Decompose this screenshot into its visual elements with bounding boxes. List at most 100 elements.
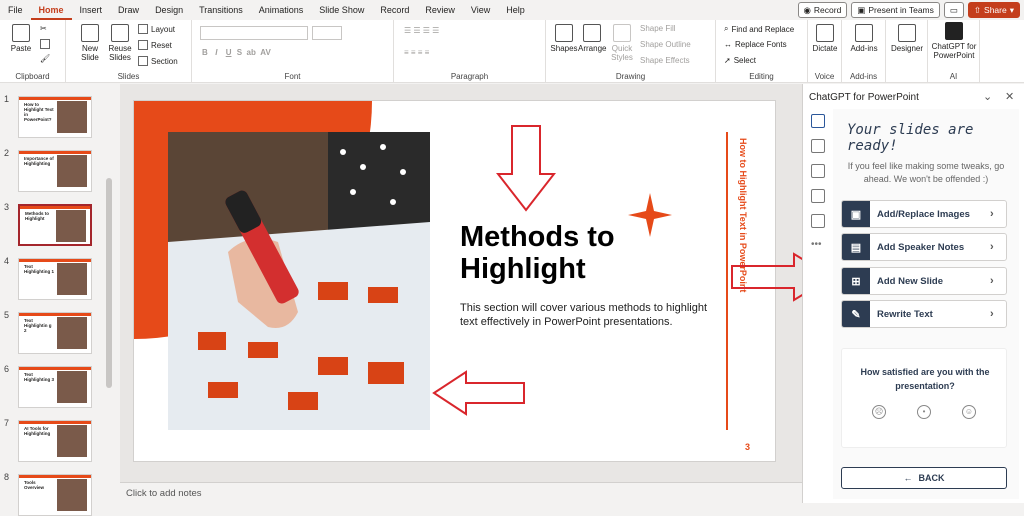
tab-review[interactable]: Review bbox=[417, 0, 463, 20]
format-painter-button[interactable]: 🖌 bbox=[40, 54, 50, 63]
slide-thumbnail[interactable]: How to Highlight Text in PowerPoint? bbox=[18, 96, 92, 138]
reset-button[interactable]: Reset bbox=[138, 40, 172, 50]
designer-button[interactable]: Designer bbox=[888, 24, 926, 53]
thumbnail-title: Text Highlighting 3 bbox=[24, 372, 54, 382]
tab-animations[interactable]: Animations bbox=[251, 0, 312, 20]
tab-insert[interactable]: Insert bbox=[72, 0, 111, 20]
editing-label: Editing bbox=[749, 72, 774, 81]
panel-options-chevron-icon[interactable]: ⌄ bbox=[983, 90, 992, 103]
happy-face-icon[interactable]: ☺ bbox=[962, 405, 976, 419]
slide-title[interactable]: Methods to Highlight bbox=[460, 221, 720, 285]
new-slide-button[interactable]: New Slide bbox=[76, 24, 104, 62]
comment-icon: ▭ bbox=[949, 4, 958, 15]
reset-icon bbox=[138, 40, 148, 50]
tab-view[interactable]: View bbox=[463, 0, 498, 20]
neutral-face-icon[interactable]: • bbox=[917, 405, 931, 419]
record-button[interactable]: ◉ Record bbox=[797, 2, 848, 18]
find-replace-button[interactable]: ⌕ Find and Replace bbox=[724, 24, 794, 34]
shape-outline-button[interactable]: Shape Outline bbox=[640, 40, 691, 49]
ready-subtitle: If you feel like making some tweaks, go … bbox=[847, 161, 1005, 184]
notes-pane[interactable]: Click to add notes bbox=[120, 482, 802, 503]
brush-icon: 🖌 bbox=[40, 54, 51, 63]
thumbnail-image bbox=[57, 155, 87, 187]
slide-thumbnail[interactable]: Text Highlighting 1 bbox=[18, 258, 92, 300]
note-icon[interactable] bbox=[811, 214, 825, 228]
thumbnail-number: 3 bbox=[4, 202, 10, 212]
document-icon[interactable] bbox=[811, 139, 825, 153]
tab-home[interactable]: Home bbox=[30, 0, 72, 20]
comments-button[interactable]: ▭ bbox=[943, 2, 964, 18]
shape-effects-button[interactable]: Shape Effects bbox=[640, 56, 690, 65]
slide-thumbnail[interactable]: AI Tools for Highlighting bbox=[18, 420, 92, 462]
arrange-button[interactable]: Arrange bbox=[578, 24, 606, 53]
add-speaker-notes-button[interactable]: ▤ Add Speaker Notes › bbox=[841, 233, 1007, 261]
slide-thumbnail[interactable]: Tools Overview bbox=[18, 474, 92, 516]
pencil-icon[interactable] bbox=[811, 164, 825, 178]
quick-styles-button[interactable]: Quick Styles bbox=[608, 24, 636, 62]
add-new-slide-button[interactable]: ⊞ Add New Slide › bbox=[841, 267, 1007, 295]
font-label: Font bbox=[284, 72, 301, 81]
reuse-slides-button[interactable]: Reuse Slides bbox=[106, 24, 134, 62]
presentation-icon[interactable] bbox=[811, 114, 825, 128]
tab-record[interactable]: Record bbox=[372, 0, 417, 20]
slide-body-text[interactable]: This section will cover various methods … bbox=[460, 301, 720, 329]
font-size-dropdown[interactable] bbox=[312, 26, 342, 40]
thumbnail-image bbox=[57, 479, 87, 511]
slide-thumbnail[interactable]: Text Highlighting 3 bbox=[18, 366, 92, 408]
cursor-icon: ➚ bbox=[724, 56, 731, 65]
thumbnail-accent bbox=[20, 206, 90, 209]
thumbnail-number: 7 bbox=[4, 418, 10, 428]
shapes-label: Shapes bbox=[550, 44, 578, 53]
present-in-teams-button[interactable]: ▣ Present in Teams bbox=[851, 2, 940, 18]
addins-button[interactable]: Add-ins bbox=[846, 24, 882, 53]
shape-fill-button[interactable]: Shape Fill bbox=[640, 24, 676, 33]
rewrite-text-button[interactable]: ✎ Rewrite Text › bbox=[841, 300, 1007, 328]
more-icon[interactable]: ••• bbox=[811, 239, 833, 250]
align-buttons[interactable]: ≡ ≡ ≡ ≡ bbox=[404, 48, 429, 57]
panel-close-icon[interactable]: ✕ bbox=[1005, 90, 1014, 103]
layout-button[interactable]: Layout bbox=[138, 24, 175, 34]
chatgpt-label: ChatGPT for PowerPoint bbox=[931, 42, 977, 60]
thumbnail-scrollbar[interactable] bbox=[106, 178, 112, 388]
slide-thumbnail[interactable]: Methods to Highlight bbox=[18, 204, 92, 246]
slide-thumbnail[interactable]: Importance of Highlighting bbox=[18, 150, 92, 192]
image-icon[interactable] bbox=[811, 189, 825, 203]
editing-group: ⌕ Find and Replace ↔ Replace Fonts ➚ Select… bbox=[716, 20, 808, 83]
pencil-icon: ✎ bbox=[842, 301, 870, 327]
slide-photo[interactable] bbox=[168, 132, 430, 430]
slides-label: Slides bbox=[117, 72, 140, 81]
thumbnail-accent bbox=[19, 475, 91, 478]
tab-slide-show[interactable]: Slide Show bbox=[311, 0, 372, 20]
share-button[interactable]: ⇧ Share ▾ bbox=[967, 2, 1020, 18]
section-icon bbox=[138, 56, 148, 66]
thumbnail-accent bbox=[19, 151, 91, 154]
shapes-button[interactable]: Shapes bbox=[550, 24, 578, 53]
tab-file[interactable]: File bbox=[0, 0, 31, 20]
bold-button[interactable]: B I U S ab AV bbox=[202, 48, 271, 57]
back-button[interactable]: ← BACK bbox=[841, 467, 1007, 489]
paste-button[interactable]: Paste bbox=[6, 24, 36, 53]
slide-thumbnail[interactable]: Text Highlightin g 2 bbox=[18, 312, 92, 354]
thumbnail-title: AI Tools for Highlighting bbox=[24, 426, 51, 436]
sad-face-icon[interactable]: ☹ bbox=[872, 405, 886, 419]
thumbnail-number: 2 bbox=[4, 148, 10, 158]
chatgpt-button[interactable]: ChatGPT for PowerPoint bbox=[930, 22, 978, 60]
cut-button[interactable]: ✂ bbox=[40, 24, 47, 33]
addins-label: Add-ins bbox=[850, 44, 878, 53]
list-buttons[interactable]: ☰ ☰ ☰ ☰ bbox=[404, 26, 439, 35]
replace-fonts-button[interactable]: ↔ Replace Fonts bbox=[724, 40, 787, 49]
paste-label: Paste bbox=[10, 44, 32, 53]
tab-draw[interactable]: Draw bbox=[110, 0, 147, 20]
dictate-button[interactable]: Dictate bbox=[810, 24, 840, 53]
tab-transitions[interactable]: Transitions bbox=[191, 0, 251, 20]
panel-tool-icons: ••• bbox=[811, 114, 833, 250]
designer-icon bbox=[898, 24, 916, 42]
add-replace-images-button[interactable]: ▣ Add/Replace Images › bbox=[841, 200, 1007, 228]
font-name-dropdown[interactable] bbox=[200, 26, 308, 40]
select-button[interactable]: ➚ Select bbox=[724, 56, 756, 65]
copy-button[interactable] bbox=[40, 39, 50, 49]
section-button[interactable]: Section bbox=[138, 56, 178, 66]
tab-design[interactable]: Design bbox=[147, 0, 191, 20]
thumbnail-accent bbox=[19, 313, 91, 316]
tab-help[interactable]: Help bbox=[498, 0, 533, 20]
